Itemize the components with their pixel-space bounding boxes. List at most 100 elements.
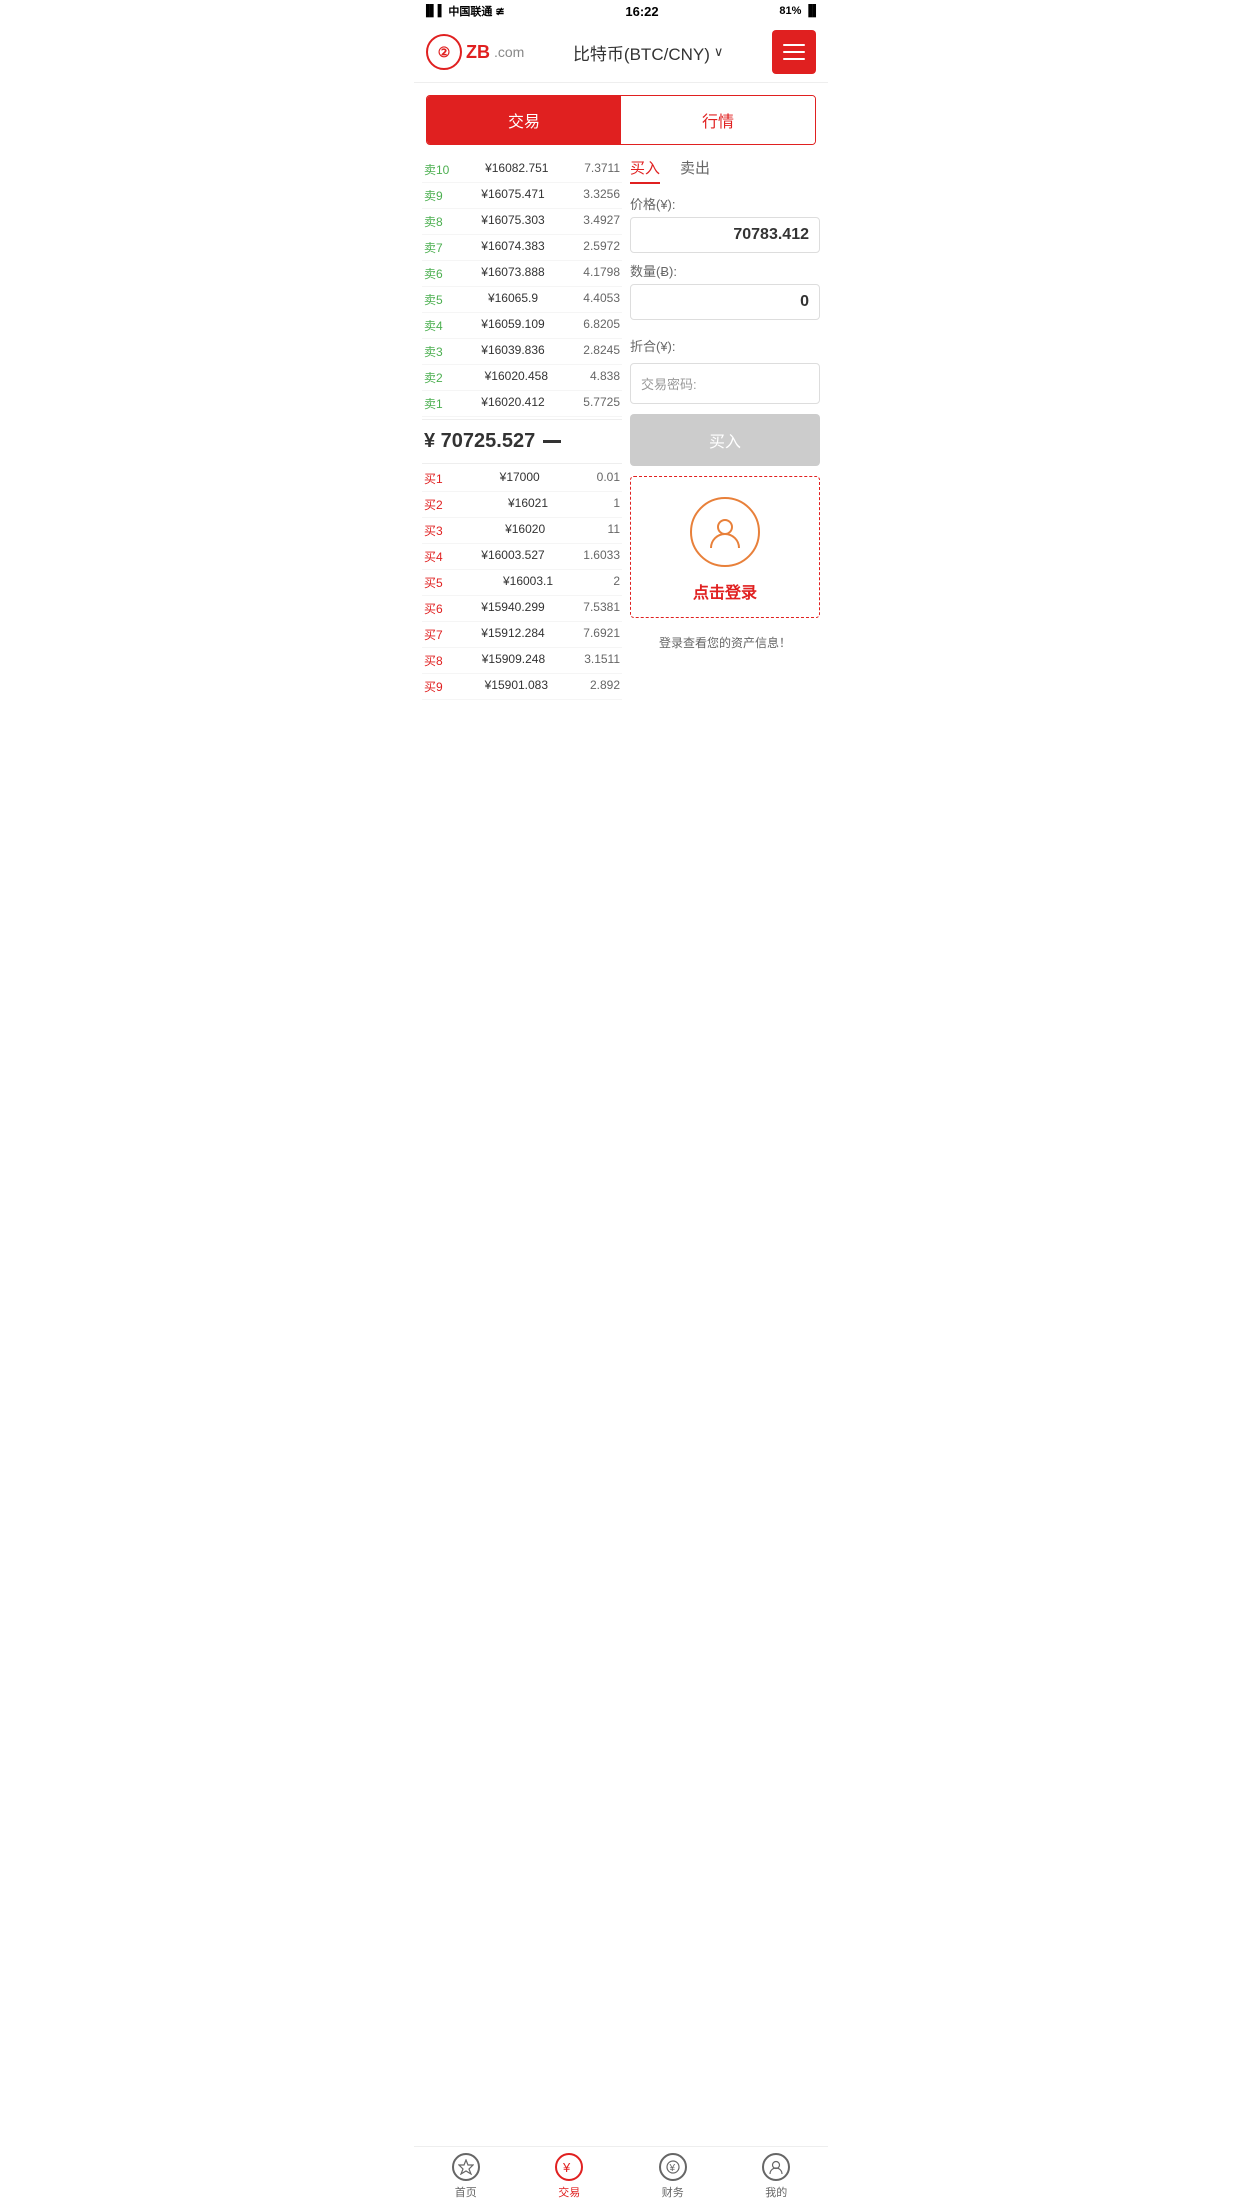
sell-label: 卖10 (424, 161, 449, 178)
sell-price: ¥16020.412 (443, 395, 584, 412)
sell-order-row[interactable]: 卖6 ¥16073.888 4.1798 (422, 261, 622, 287)
buy-price: ¥15901.083 (443, 678, 590, 695)
amount-field-group: 数量(Ƀ): (630, 261, 820, 320)
home-nav-icon (452, 2153, 480, 2181)
sell-label: 卖2 (424, 369, 443, 386)
total-row: 折合(¥): (630, 328, 820, 363)
hamburger-icon (783, 44, 805, 60)
sell-amount: 2.8245 (583, 343, 620, 360)
sell-price: ¥16039.836 (443, 343, 584, 360)
money-icon: ¥ (659, 2153, 687, 2181)
sell-order-row[interactable]: 卖1 ¥16020.412 5.7725 (422, 391, 622, 417)
buy-order-row[interactable]: 买6 ¥15940.299 7.5381 (422, 596, 622, 622)
sell-label: 卖4 (424, 317, 443, 334)
sell-price: ¥16075.303 (443, 213, 584, 230)
status-left: ▐▌▌ 中国联通 ≇ (422, 3, 505, 19)
pair-name: 比特币(BTC/CNY) (573, 40, 710, 65)
sell-amount: 6.8205 (583, 317, 620, 334)
nav-item-profile[interactable]: 我的 (725, 2153, 829, 2200)
finance-nav-icon: ¥ (659, 2153, 687, 2181)
trade-tab-buy[interactable]: 买入 (630, 157, 660, 184)
nav-label-finance: 财务 (662, 2184, 684, 2200)
battery-icon: ▐▌ (804, 5, 820, 17)
sell-price: ¥16074.383 (443, 239, 584, 256)
trade-tab-bar: 买入 卖出 (630, 157, 820, 184)
sell-order-row[interactable]: 卖9 ¥16075.471 3.3256 (422, 183, 622, 209)
sell-price: ¥16065.9 (443, 291, 584, 308)
nav-item-trade[interactable]: ¥ 交易 (518, 2153, 622, 2200)
header-title[interactable]: 比特币(BTC/CNY) ∨ (573, 40, 723, 65)
sell-order-row[interactable]: 卖2 ¥16020.458 4.838 (422, 365, 622, 391)
password-label: 交易密码: (641, 377, 697, 392)
price-label: 价格(¥): (630, 194, 820, 213)
price-input-wrapper[interactable] (630, 217, 820, 253)
sell-label: 卖8 (424, 213, 443, 230)
buy-label: 买6 (424, 600, 443, 617)
sell-price: ¥16082.751 (449, 161, 584, 178)
amount-input-wrapper[interactable] (630, 284, 820, 320)
buy-amount: 0.01 (597, 470, 620, 487)
bottom-nav: 首页 ¥ 交易 ¥ 财务 (414, 2146, 828, 2208)
buy-order-row[interactable]: 买2 ¥16021 1 (422, 492, 622, 518)
yen-icon: ¥ (555, 2153, 583, 2181)
star-icon (452, 2153, 480, 2181)
buy-amount: 7.5381 (583, 600, 620, 617)
trade-tab-sell[interactable]: 卖出 (680, 157, 710, 184)
buy-order-row[interactable]: 买1 ¥17000 0.01 (422, 466, 622, 492)
buy-order-row[interactable]: 买5 ¥16003.1 2 (422, 570, 622, 596)
tab-trade[interactable]: 交易 (427, 96, 621, 144)
total-label: 折合(¥): (630, 336, 676, 355)
buy-amount: 2.892 (590, 678, 620, 695)
buy-amount: 7.6921 (583, 626, 620, 643)
trade-nav-icon: ¥ (555, 2153, 583, 2181)
sell-label: 卖6 (424, 265, 443, 282)
main-tab-bar: 交易 行情 (426, 95, 816, 145)
login-prompt[interactable]: 点击登录 (630, 476, 820, 618)
buy-price: ¥16003.527 (443, 548, 584, 565)
sell-price: ¥16075.471 (443, 187, 584, 204)
header: ② ZB .com 比特币(BTC/CNY) ∨ (414, 22, 828, 83)
sell-amount: 5.7725 (583, 395, 620, 412)
password-row[interactable]: 交易密码: (630, 363, 820, 404)
buy-order-row[interactable]: 买7 ¥15912.284 7.6921 (422, 622, 622, 648)
buy-order-row[interactable]: 买9 ¥15901.083 2.892 (422, 674, 622, 700)
amount-input[interactable] (641, 293, 809, 311)
buy-amount: 1.6033 (583, 548, 620, 565)
carrier: 中国联通 (448, 3, 492, 19)
nav-item-home[interactable]: 首页 (414, 2153, 518, 2200)
sell-amount: 4.1798 (583, 265, 620, 282)
sell-amount: 4.4053 (583, 291, 620, 308)
status-bar: ▐▌▌ 中国联通 ≇ 16:22 81% ▐▌ (414, 0, 828, 22)
logo-icon: ② (426, 34, 462, 70)
buy-label: 买7 (424, 626, 443, 643)
buy-button[interactable]: 买入 (630, 414, 820, 466)
sell-label: 卖9 (424, 187, 443, 204)
nav-item-finance[interactable]: ¥ 财务 (621, 2153, 725, 2200)
sell-order-row[interactable]: 卖3 ¥16039.836 2.8245 (422, 339, 622, 365)
login-icon (690, 497, 760, 567)
user-icon (762, 2153, 790, 2181)
buy-orders: 买1 ¥17000 0.01 买2 ¥16021 1 买3 ¥16020 11 … (422, 466, 622, 700)
sell-price: ¥16059.109 (443, 317, 584, 334)
sell-order-row[interactable]: 卖5 ¥16065.9 4.4053 (422, 287, 622, 313)
sell-order-row[interactable]: 卖10 ¥16082.751 7.3711 (422, 157, 622, 183)
nav-label-profile: 我的 (765, 2184, 787, 2200)
buy-label: 买8 (424, 652, 443, 669)
sell-order-row[interactable]: 卖8 ¥16075.303 3.4927 (422, 209, 622, 235)
sell-order-row[interactable]: 卖4 ¥16059.109 6.8205 (422, 313, 622, 339)
logo[interactable]: ② ZB .com (426, 34, 524, 70)
nav-label-trade: 交易 (558, 2184, 580, 2200)
buy-amount: 3.1511 (584, 652, 620, 669)
buy-label: 买9 (424, 678, 443, 695)
profile-nav-icon (762, 2153, 790, 2181)
buy-order-row[interactable]: 买3 ¥16020 11 (422, 518, 622, 544)
sell-order-row[interactable]: 卖7 ¥16074.383 2.5972 (422, 235, 622, 261)
sell-amount: 2.5972 (583, 239, 620, 256)
sell-amount: 7.3711 (584, 161, 620, 178)
tab-market[interactable]: 行情 (621, 96, 815, 144)
buy-order-row[interactable]: 买4 ¥16003.527 1.6033 (422, 544, 622, 570)
main-content: 卖10 ¥16082.751 7.3711 卖9 ¥16075.471 3.32… (414, 157, 828, 700)
buy-order-row[interactable]: 买8 ¥15909.248 3.1511 (422, 648, 622, 674)
price-input[interactable] (641, 226, 809, 244)
menu-button[interactable] (772, 30, 816, 74)
